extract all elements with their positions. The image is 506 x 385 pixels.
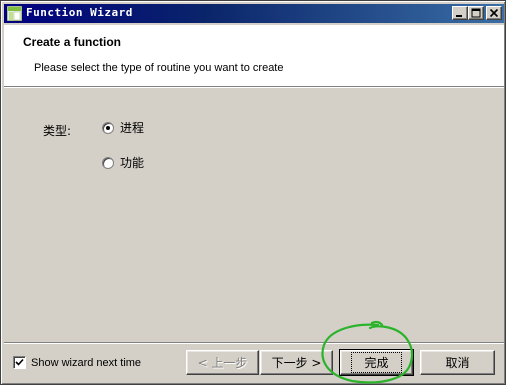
radio-label-procedure: 进程 — [120, 121, 145, 135]
minimize-button[interactable] — [452, 6, 468, 20]
show-wizard-checkbox[interactable] — [13, 356, 26, 369]
wizard-title: Create a function — [23, 35, 122, 49]
title-bar[interactable]: Function Wizard — [4, 4, 504, 23]
checkmark-icon — [15, 358, 24, 366]
wizard-header: Create a function Please select the type… — [4, 25, 504, 87]
wizard-subtitle: Please select the type of routine you wa… — [34, 62, 284, 74]
close-icon — [489, 8, 499, 18]
close-button[interactable] — [486, 6, 502, 20]
radio-procedure[interactable]: 进程 — [102, 119, 144, 136]
cancel-button[interactable]: 取消 — [420, 350, 495, 375]
maximize-button[interactable] — [468, 6, 484, 20]
header-divider — [4, 87, 504, 88]
footer-divider-highlight — [4, 343, 504, 344]
radio-button-checked[interactable] — [102, 121, 114, 134]
window-title: Function Wizard — [26, 6, 133, 19]
radio-label-function: 功能 — [120, 156, 145, 170]
type-label: 类型: — [43, 124, 72, 138]
radio-function[interactable]: 功能 — [102, 154, 144, 171]
maximize-icon — [471, 8, 481, 18]
minimize-icon — [456, 15, 462, 17]
radio-button-unchecked[interactable] — [102, 156, 114, 169]
function-wizard-window: Function Wizard Create a function Please… — [0, 0, 506, 385]
previous-button[interactable]: < 上一步 — [186, 350, 259, 375]
annotation-circle — [321, 320, 413, 384]
app-icon — [7, 6, 22, 21]
show-wizard-option[interactable]: Show wizard next time — [13, 356, 141, 369]
show-wizard-label: Show wizard next time — [31, 356, 142, 369]
